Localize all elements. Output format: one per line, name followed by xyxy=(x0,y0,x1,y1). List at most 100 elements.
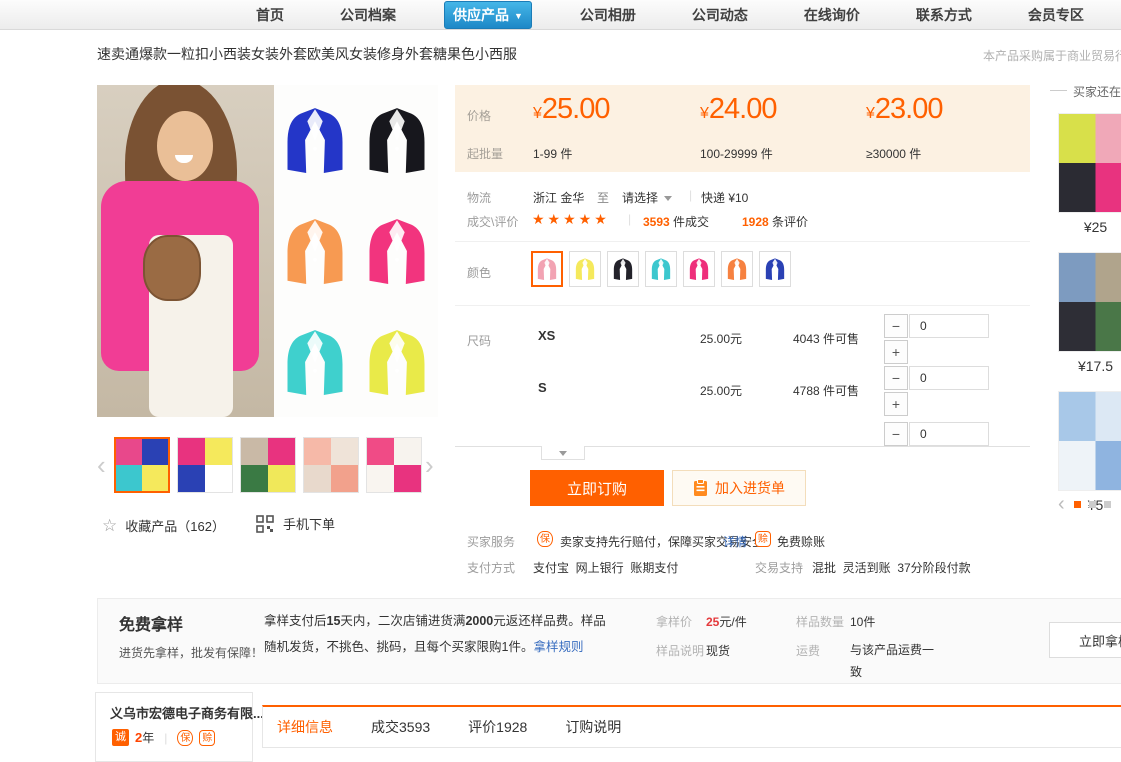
company-card: 义乌市宏德电子商务有限... 诚 2年 | 保 赊 xyxy=(95,692,253,762)
thumb-next-button[interactable]: › xyxy=(425,452,434,478)
reviews-count[interactable]: 1928 条评价 xyxy=(742,213,808,230)
rating-stars: ★★★★★ xyxy=(532,211,610,228)
qty-minus-button[interactable]: − xyxy=(884,366,908,390)
nav-item[interactable]: 公司相册▼ xyxy=(572,2,644,28)
star-icon: ☆ xyxy=(102,517,117,534)
tier-range: 100-29999 件 xyxy=(700,145,773,162)
qty-input[interactable] xyxy=(909,314,989,338)
divider: | xyxy=(689,188,692,202)
she-badge-icon: 赊 xyxy=(199,730,215,746)
size-stock: 4043 件可售 xyxy=(793,330,859,347)
sidebar-prev-button[interactable]: ‹ xyxy=(1058,494,1065,514)
nav-item[interactable]: 供应产品▼ xyxy=(444,1,532,29)
pager-dots xyxy=(1074,501,1111,508)
sample-price-label: 拿样价 xyxy=(656,613,692,630)
blazer-icon xyxy=(364,324,430,400)
company-name[interactable]: 义乌市宏德电子商务有限... xyxy=(110,703,264,722)
product-thumbnail[interactable] xyxy=(177,437,233,493)
blazer-tile xyxy=(274,196,356,307)
top-nav-bar: 首页▼ 公司档案▼ 供应产品▼ 公司相册▼ 公司动态▼ 在线询价▼ 联系方式▼ … xyxy=(0,0,1121,30)
color-swatch[interactable] xyxy=(531,251,563,287)
color-swatch[interactable] xyxy=(759,251,791,287)
tab-item[interactable]: 评价1928 xyxy=(468,717,527,737)
details-link[interactable]: 详情 xyxy=(723,533,747,550)
trade-support-values: 混批 灵活到账 37分阶段付款 xyxy=(812,559,971,576)
blazer-tile xyxy=(356,196,438,307)
blazer-icon xyxy=(536,256,558,282)
clipboard-icon xyxy=(693,479,708,497)
express-fee: 快递 ¥10 xyxy=(701,189,748,206)
logistics-label: 物流 xyxy=(467,189,491,206)
color-swatch[interactable] xyxy=(721,251,753,287)
nav-item[interactable]: 在线询价▼ xyxy=(796,2,868,28)
nav-item[interactable]: 首页▼ xyxy=(248,2,292,28)
thumb-prev-button[interactable]: ‹ xyxy=(97,452,106,478)
sample-qty-label: 样品数量 xyxy=(796,613,844,630)
size-price: 25.00元 xyxy=(700,382,742,399)
main-product-image[interactable] xyxy=(97,85,438,417)
size-name: XS xyxy=(538,328,555,343)
price-label: 价格 xyxy=(467,107,491,124)
sidebar-item[interactable]: ¥17.5 xyxy=(1058,252,1121,382)
color-label: 颜色 xyxy=(467,264,491,281)
sidebar-item[interactable]: ¥25 xyxy=(1058,113,1121,243)
size-name: S xyxy=(538,380,547,395)
qty-minus-button[interactable]: − xyxy=(884,422,908,446)
color-swatch[interactable] xyxy=(645,251,677,287)
chengxin-badge-icon: 诚 xyxy=(112,729,129,746)
color-swatch[interactable] xyxy=(569,251,601,287)
nav-item[interactable]: 会员专区▼ xyxy=(1020,2,1092,28)
sample-description: 拿样支付后15天内，二次店铺进货满2000元返还样品费。样品随机发货，不挑色、挑… xyxy=(264,608,616,660)
blazer-icon xyxy=(612,256,634,282)
qty-plus-button[interactable]: + xyxy=(884,392,908,416)
color-swatch[interactable] xyxy=(607,251,639,287)
tab-item[interactable]: 详细信息 xyxy=(277,717,333,737)
sample-rule-link[interactable]: 拿样规则 xyxy=(533,640,583,654)
product-thumbnail[interactable] xyxy=(303,437,359,493)
tab-item[interactable]: 订购说明 xyxy=(565,717,621,737)
favorite-button[interactable]: ☆ 收藏产品（162） xyxy=(102,516,225,535)
qty-minus-button[interactable]: − xyxy=(884,314,908,338)
qty-plus-button[interactable]: + xyxy=(884,340,908,364)
rating-label: 成交\评价 xyxy=(467,213,518,230)
blazer-icon xyxy=(764,256,786,282)
order-now-button[interactable]: 立即订购 xyxy=(530,470,664,506)
nav-item[interactable]: 公司动态▼ xyxy=(684,2,756,28)
quantity-stepper: − + xyxy=(884,314,989,364)
destination-select[interactable]: 请选择 xyxy=(622,189,672,206)
divider-line xyxy=(455,305,1030,306)
nav-item[interactable]: 公司档案▼ xyxy=(332,2,404,28)
quantity-stepper: − xyxy=(884,422,989,447)
product-thumbnail[interactable] xyxy=(114,437,170,493)
qty-input[interactable] xyxy=(909,422,989,446)
tab-item[interactable]: 成交3593 xyxy=(371,717,430,737)
sidebar-item-image xyxy=(1058,113,1121,213)
sample-order-button[interactable]: 立即拿样 xyxy=(1049,622,1121,658)
payment-label: 支付方式 xyxy=(467,559,515,576)
pager-dot[interactable] xyxy=(1089,501,1096,508)
company-badges: 诚 2年 | 保 赊 xyxy=(112,729,215,746)
qty-input[interactable] xyxy=(909,366,989,390)
product-thumbnail[interactable] xyxy=(240,437,296,493)
color-swatch[interactable] xyxy=(683,251,715,287)
size-expander[interactable] xyxy=(541,446,585,460)
divider: | xyxy=(164,731,167,745)
blazer-color-collage xyxy=(274,85,438,417)
ship-from: 浙江 金华 xyxy=(533,189,584,206)
qr-code-icon xyxy=(256,515,274,533)
tier-range: ≥30000 件 xyxy=(866,145,921,162)
blazer-icon xyxy=(364,213,430,289)
blazer-icon xyxy=(364,102,430,178)
chevron-down-icon xyxy=(559,451,567,456)
pager-dot[interactable] xyxy=(1104,501,1111,508)
size-row-partial: − xyxy=(455,420,1030,447)
mobile-order-button[interactable]: 手机下单 xyxy=(256,514,335,533)
add-to-cart-button[interactable]: 加入进货单 xyxy=(672,470,806,506)
pager-dot[interactable] xyxy=(1074,501,1081,508)
deals-count[interactable]: 3593 件成交 xyxy=(643,213,709,230)
company-years: 2年 xyxy=(135,729,154,746)
nav-item[interactable]: 联系方式▼ xyxy=(908,2,980,28)
product-thumbnail[interactable] xyxy=(366,437,422,493)
divider: | xyxy=(628,212,631,226)
sidebar-title: 买家还在看 xyxy=(1073,83,1121,100)
